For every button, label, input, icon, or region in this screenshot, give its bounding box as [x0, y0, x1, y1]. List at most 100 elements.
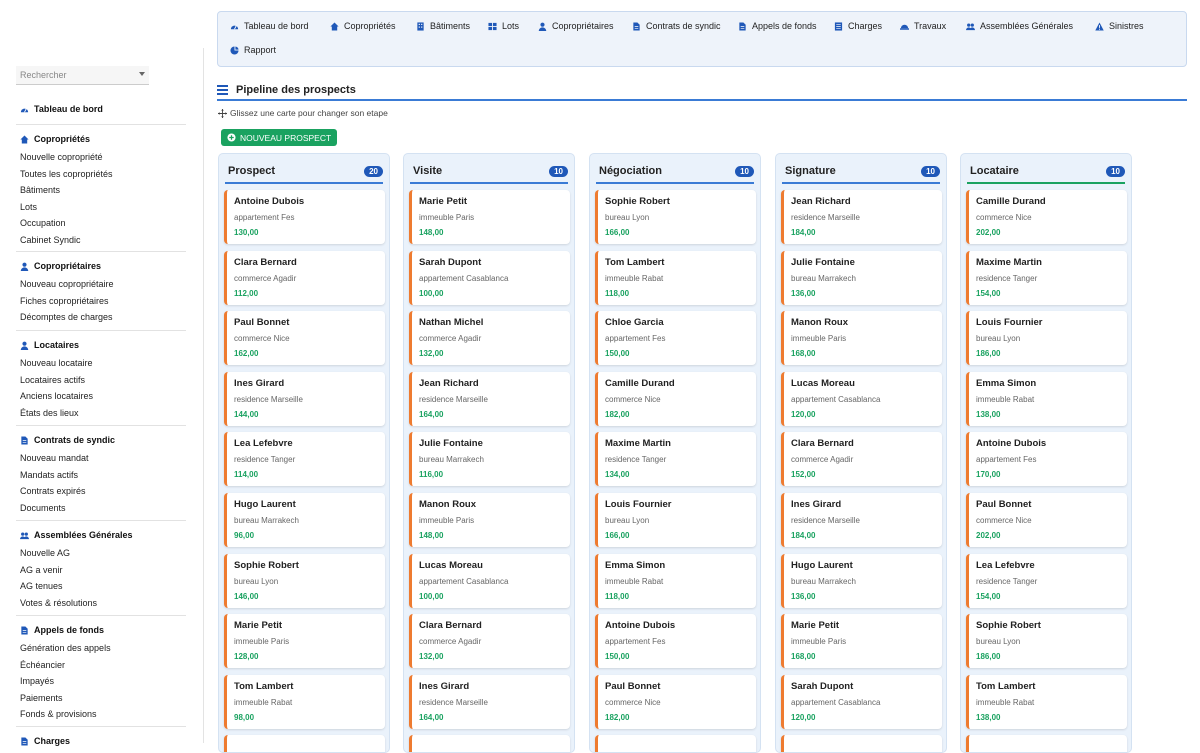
prospect-card[interactable]: Sarah Dupont appartement Casablanca 120,00 — [781, 674, 942, 729]
prospect-card[interactable]: Marie Petit immeuble Paris 128,00 — [224, 614, 385, 669]
prospect-card[interactable]: Sophie Robert bureau Lyon 146,00 — [224, 553, 385, 608]
prospect-card[interactable]: Sophie Robert bureau Lyon 186,00 — [966, 614, 1127, 669]
sidebar-item[interactable]: Nouveau mandat — [20, 453, 89, 463]
prospect-card[interactable]: Ines Girard residence Marseille 144,00 — [224, 371, 385, 426]
sidebar-item[interactable]: Fonds & provisions — [20, 709, 97, 719]
prospect-card[interactable]: Sophie Robert bureau Lyon 166,00 — [595, 190, 756, 244]
sidebar-item[interactable]: Locataires actifs — [20, 375, 85, 385]
prospect-card[interactable] — [224, 735, 385, 752]
nav-item-batiments[interactable]: Bâtiments — [416, 21, 470, 31]
sidebar-item[interactable]: Nouvelle AG — [20, 548, 70, 558]
sidebar-item[interactable]: Toutes les copropriétés — [20, 169, 113, 179]
prospect-card[interactable]: Tom Lambert immeuble Rabat 138,00 — [966, 674, 1127, 729]
prospect-card[interactable]: Chloe Garcia appartement Fes 150,00 — [595, 311, 756, 366]
prospect-card[interactable]: Marie Petit immeuble Paris 168,00 — [781, 614, 942, 669]
sidebar-section-assemblees-generales[interactable]: Assemblées Générales — [20, 530, 133, 540]
prospect-card[interactable] — [781, 735, 942, 752]
prospect-card[interactable]: Maxime Martin residence Tanger 134,00 — [595, 432, 756, 487]
search-select[interactable]: Rechercher — [16, 66, 149, 85]
sidebar-item[interactable]: Occupation — [20, 218, 66, 228]
prospect-card[interactable] — [595, 735, 756, 752]
prospect-card[interactable]: Tom Lambert immeuble Rabat 98,00 — [224, 674, 385, 729]
prospect-card[interactable]: Julie Fontaine bureau Marrakech 116,00 — [409, 432, 570, 487]
prospect-card[interactable] — [409, 735, 570, 752]
prospect-card[interactable]: Jean Richard residence Marseille 184,00 — [781, 190, 942, 244]
sidebar-item[interactable]: Cabinet Syndic — [20, 235, 81, 245]
sidebar-item[interactable]: Bâtiments — [20, 185, 60, 195]
prospect-card[interactable]: Lea Lefebvre residence Tanger 114,00 — [224, 432, 385, 487]
nav-item-contrats-de-syndic[interactable]: Contrats de syndic — [632, 21, 721, 31]
chevron-down-icon[interactable] — [139, 72, 145, 76]
prospect-card[interactable]: Paul Bonnet commerce Nice 182,00 — [595, 674, 756, 729]
prospect-card[interactable]: Paul Bonnet commerce Nice 162,00 — [224, 311, 385, 366]
prospect-card[interactable]: Camille Durand commerce Nice 182,00 — [595, 371, 756, 426]
sidebar-item[interactable]: AG tenues — [20, 581, 63, 591]
prospect-card[interactable]: Antoine Dubois appartement Fes 130,00 — [224, 190, 385, 244]
sidebar-item[interactable]: États des lieux — [20, 408, 79, 418]
prospect-card[interactable]: Emma Simon immeuble Rabat 118,00 — [595, 553, 756, 608]
prospect-card[interactable]: Clara Bernard commerce Agadir 112,00 — [224, 250, 385, 305]
sidebar-item-dashboard[interactable]: Tableau de bord — [20, 104, 103, 114]
prospect-card[interactable]: Nathan Michel commerce Agadir 132,00 — [409, 311, 570, 366]
prospect-card[interactable]: Lea Lefebvre residence Tanger 154,00 — [966, 553, 1127, 608]
nav-item-charges[interactable]: Charges — [834, 21, 882, 31]
prospect-card[interactable]: Louis Fournier bureau Lyon 186,00 — [966, 311, 1127, 366]
nav-item-sinistres[interactable]: Sinistres — [1095, 21, 1144, 31]
sidebar-item[interactable]: Génération des appels — [20, 643, 111, 653]
prospect-card[interactable]: Ines Girard residence Marseille 164,00 — [409, 674, 570, 729]
sidebar-section-coproprietaires[interactable]: Copropriétaires — [20, 261, 101, 271]
prospect-card[interactable]: Clara Bernard commerce Agadir 132,00 — [409, 614, 570, 669]
sidebar-item[interactable]: Documents — [20, 503, 66, 513]
prospect-card[interactable]: Lucas Moreau appartement Casablanca 120,00 — [781, 371, 942, 426]
sidebar-item[interactable]: AG a venir — [20, 565, 63, 575]
sidebar-section-locataires[interactable]: Locataires — [20, 340, 79, 350]
sidebar-section-charges[interactable]: Charges — [20, 736, 70, 746]
prospect-card[interactable]: Julie Fontaine bureau Marrakech 136,00 — [781, 250, 942, 305]
prospect-card[interactable]: Hugo Laurent bureau Marrakech 136,00 — [781, 553, 942, 608]
nav-item-rapport[interactable]: Rapport — [230, 45, 276, 55]
prospect-card[interactable]: Emma Simon immeuble Rabat 138,00 — [966, 371, 1127, 426]
sidebar-section-coproprietes[interactable]: Copropriétés — [20, 134, 90, 144]
prospect-card[interactable]: Ines Girard residence Marseille 184,00 — [781, 493, 942, 547]
sidebar-item[interactable]: Nouveau locataire — [20, 358, 93, 368]
sidebar-item[interactable]: Échéancier — [20, 660, 65, 670]
prospect-card[interactable]: Antoine Dubois appartement Fes 150,00 — [595, 614, 756, 669]
sidebar-item[interactable]: Mandats actifs — [20, 470, 78, 480]
prospect-card[interactable]: Hugo Laurent bureau Marrakech 96,00 — [224, 493, 385, 547]
prospect-card[interactable]: Paul Bonnet commerce Nice 202,00 — [966, 493, 1127, 547]
prospect-card[interactable]: Manon Roux immeuble Paris 168,00 — [781, 311, 942, 366]
sidebar-item[interactable]: Anciens locataires — [20, 391, 93, 401]
sidebar-section-appels-de-fonds[interactable]: Appels de fonds — [20, 625, 104, 635]
sidebar-item[interactable]: Décomptes de charges — [20, 312, 113, 322]
nav-item-coproprietes[interactable]: Copropriétés — [330, 21, 396, 31]
prospect-card[interactable]: Tom Lambert immeuble Rabat 118,00 — [595, 250, 756, 305]
prospect-card[interactable]: Clara Bernard commerce Agadir 152,00 — [781, 432, 942, 487]
sidebar-item[interactable]: Nouvelle copropriété — [20, 152, 103, 162]
sidebar-item[interactable]: Paiements — [20, 693, 63, 703]
nav-item-tableau-de-bord[interactable]: Tableau de bord — [230, 21, 309, 31]
sidebar-section-contrats-de-syndic[interactable]: Contrats de syndic — [20, 435, 115, 445]
prospect-card[interactable]: Maxime Martin residence Tanger 154,00 — [966, 250, 1127, 305]
nav-item-lots[interactable]: Lots — [488, 21, 519, 31]
prospect-card[interactable] — [966, 735, 1127, 752]
sidebar-item[interactable]: Fiches copropriétaires — [20, 296, 109, 306]
sidebar-item[interactable]: Lots — [20, 202, 37, 212]
prospect-card[interactable]: Manon Roux immeuble Paris 148,00 — [409, 493, 570, 547]
sidebar-item[interactable]: Contrats expirés — [20, 486, 86, 496]
prospect-card[interactable]: Lucas Moreau appartement Casablanca 100,00 — [409, 553, 570, 608]
nav-item-travaux[interactable]: Travaux — [900, 21, 946, 31]
sidebar-item[interactable]: Impayés — [20, 676, 54, 686]
prospect-card[interactable]: Jean Richard residence Marseille 164,00 — [409, 371, 570, 426]
prospect-card[interactable]: Louis Fournier bureau Lyon 166,00 — [595, 493, 756, 547]
prospect-card[interactable]: Camille Durand commerce Nice 202,00 — [966, 190, 1127, 244]
new-prospect-button[interactable]: NOUVEAU PROSPECT — [221, 129, 338, 146]
sidebar-item[interactable]: Nouveau copropriétaire — [20, 279, 114, 289]
nav-item-assemblees-generales[interactable]: Assemblées Générales — [966, 21, 1073, 31]
nav-item-coproprietaires[interactable]: Copropriétaires — [538, 21, 614, 31]
prospect-card[interactable]: Antoine Dubois appartement Fes 170,00 — [966, 432, 1127, 487]
prospect-card[interactable]: Sarah Dupont appartement Casablanca 100,00 — [409, 250, 570, 305]
nav-item-appels-de-fonds[interactable]: Appels de fonds — [738, 21, 817, 31]
sidebar-item[interactable]: Votes & résolutions — [20, 598, 97, 608]
prospect-card[interactable]: Marie Petit immeuble Paris 148,00 — [409, 190, 570, 244]
file-icon — [739, 21, 746, 31]
